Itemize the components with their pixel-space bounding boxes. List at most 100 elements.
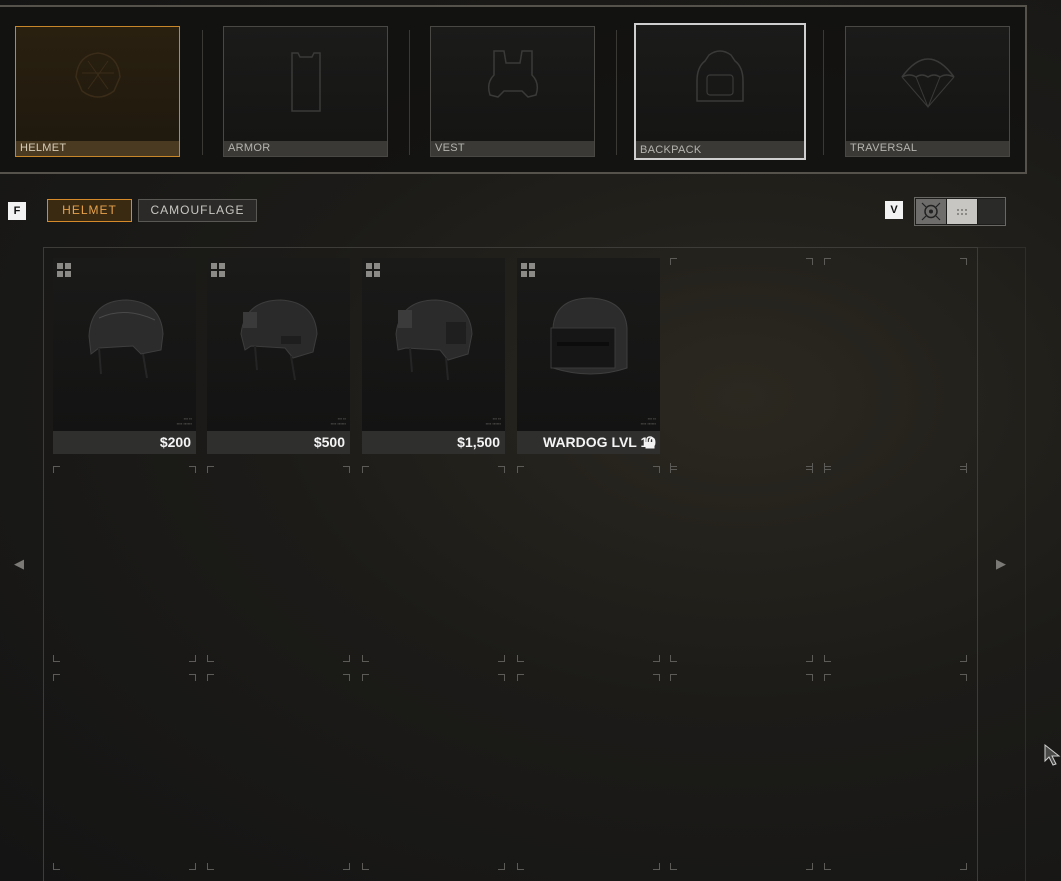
cursor-icon <box>1044 744 1061 766</box>
slot-corner-marker <box>189 863 196 870</box>
category-vest[interactable]: VEST <box>430 26 595 157</box>
divider <box>823 30 824 155</box>
filter-tab-camouflage[interactable]: CAMOUFLAGE <box>138 199 257 222</box>
category-label: ARMOR <box>224 141 387 156</box>
grid-icon <box>521 263 535 277</box>
slot-corner-marker <box>960 258 967 265</box>
view-mode-toggle[interactable] <box>914 197 1006 226</box>
helmet-image <box>395 299 473 381</box>
category-label: BACKPACK <box>636 141 804 158</box>
slot-corner-marker <box>670 655 677 662</box>
category-label: HELMET <box>16 141 179 156</box>
slot-corner-marker <box>343 655 350 662</box>
slot-corner-marker <box>207 674 214 681</box>
item-unlock-requirement: WARDOG LVL 10 <box>517 431 660 454</box>
slot-corner-marker <box>498 674 505 681</box>
slot-corner-marker <box>670 258 677 265</box>
target-icon <box>921 202 941 221</box>
slot-corner-marker <box>960 466 967 473</box>
slot-corner-marker <box>207 466 214 473</box>
lock-icon <box>645 436 655 449</box>
category-traversal[interactable]: TRAVERSAL <box>845 26 1010 157</box>
next-page-arrow-icon[interactable]: ▶ <box>996 556 1006 572</box>
armor-plate-icon <box>290 52 321 112</box>
slot-corner-marker <box>343 674 350 681</box>
slot-corner-marker <box>207 863 214 870</box>
slot-corner-marker <box>960 674 967 681</box>
helmet-image <box>240 299 318 381</box>
slot-corner-marker <box>670 863 677 870</box>
slot-corner-marker <box>653 466 660 473</box>
slot-corner-marker <box>824 655 831 662</box>
slot-corner-marker <box>806 674 813 681</box>
slot-corner-marker <box>806 258 813 265</box>
grid-dots-icon <box>957 209 967 215</box>
item-price: $1,500 <box>362 431 505 454</box>
slot-corner-marker <box>806 466 813 473</box>
parachute-icon <box>900 58 955 109</box>
slot-corner-marker <box>517 655 524 662</box>
slot-corner-marker <box>824 258 831 265</box>
slot-corner-marker <box>653 674 660 681</box>
slot-corner-marker <box>343 466 350 473</box>
item-card[interactable]: ▪▪▪ ▪▪ ▪▪▪▪ ▪▪▪▪▪▪ $200 <box>53 258 196 454</box>
category-label: VEST <box>431 141 594 156</box>
item-card[interactable]: ▪▪▪ ▪▪ ▪▪▪▪ ▪▪▪▪▪▪ $1,500 <box>362 258 505 454</box>
slot-corner-marker <box>824 863 831 870</box>
item-fine-print: ▪▪▪ ▪▪ ▪▪▪▪ ▪▪▪▪▪▪ <box>485 416 501 426</box>
grid-icon <box>57 263 71 277</box>
view-key-hint: V <box>885 201 903 219</box>
vest-icon <box>487 50 538 98</box>
helmet-outline-icon <box>74 52 121 98</box>
slot-corner-marker <box>498 655 505 662</box>
item-price: $200 <box>53 431 196 454</box>
unlock-text: WARDOG LVL 10 <box>543 434 657 450</box>
grid-icon <box>366 263 380 277</box>
slot-corner-marker <box>189 655 196 662</box>
slot-corner-marker <box>53 863 60 870</box>
slot-corner-marker <box>498 466 505 473</box>
slot-corner-marker <box>824 674 831 681</box>
item-fine-print: ▪▪▪ ▪▪ ▪▪▪▪ ▪▪▪▪▪▪ <box>640 416 656 426</box>
view-mode-3d[interactable] <box>916 199 946 224</box>
category-bar: HELMET ARMOR VEST BACKPACK TRAVERSAL <box>0 5 1027 174</box>
category-label: TRAVERSAL <box>846 141 1009 156</box>
divider <box>409 30 410 155</box>
slot-corner-marker <box>53 466 60 473</box>
slot-corner-marker <box>207 655 214 662</box>
item-fine-print: ▪▪▪ ▪▪ ▪▪▪▪ ▪▪▪▪▪▪ <box>330 416 346 426</box>
filter-key-hint: F <box>8 202 26 220</box>
item-card[interactable]: ▪▪▪ ▪▪ ▪▪▪▪ ▪▪▪▪▪▪ $500 <box>207 258 350 454</box>
slot-corner-marker <box>53 674 60 681</box>
slot-corner-marker <box>806 655 813 662</box>
slot-corner-marker <box>53 655 60 662</box>
slot-corner-marker <box>343 863 350 870</box>
item-card[interactable]: ▪▪▪ ▪▪ ▪▪▪▪ ▪▪▪▪▪▪ WARDOG LVL 10 <box>517 258 660 454</box>
grid-icon <box>211 263 225 277</box>
slot-corner-marker <box>653 863 660 870</box>
slot-corner-marker <box>362 863 369 870</box>
slot-corner-marker <box>670 466 677 473</box>
category-backpack[interactable]: BACKPACK <box>634 23 806 160</box>
divider <box>202 30 203 155</box>
slot-corner-marker <box>517 863 524 870</box>
helmet-image <box>88 299 164 379</box>
slot-corner-marker <box>806 863 813 870</box>
view-mode-list[interactable] <box>978 199 1005 224</box>
category-armor[interactable]: ARMOR <box>223 26 388 157</box>
slot-corner-marker <box>653 655 660 662</box>
view-mode-grid[interactable] <box>947 199 977 224</box>
slot-corner-marker <box>362 466 369 473</box>
slot-corner-marker <box>362 674 369 681</box>
slot-corner-marker <box>824 466 831 473</box>
slot-corner-marker <box>362 655 369 662</box>
slot-corner-marker <box>517 466 524 473</box>
category-helmet[interactable]: HELMET <box>15 26 180 157</box>
slot-corner-marker <box>670 674 677 681</box>
filter-tab-helmet[interactable]: HELMET <box>47 199 132 222</box>
prev-page-arrow-icon[interactable]: ◀ <box>14 556 24 572</box>
slot-corner-marker <box>189 674 196 681</box>
slot-corner-marker <box>498 863 505 870</box>
divider <box>616 30 617 155</box>
helmet-image <box>550 297 628 375</box>
